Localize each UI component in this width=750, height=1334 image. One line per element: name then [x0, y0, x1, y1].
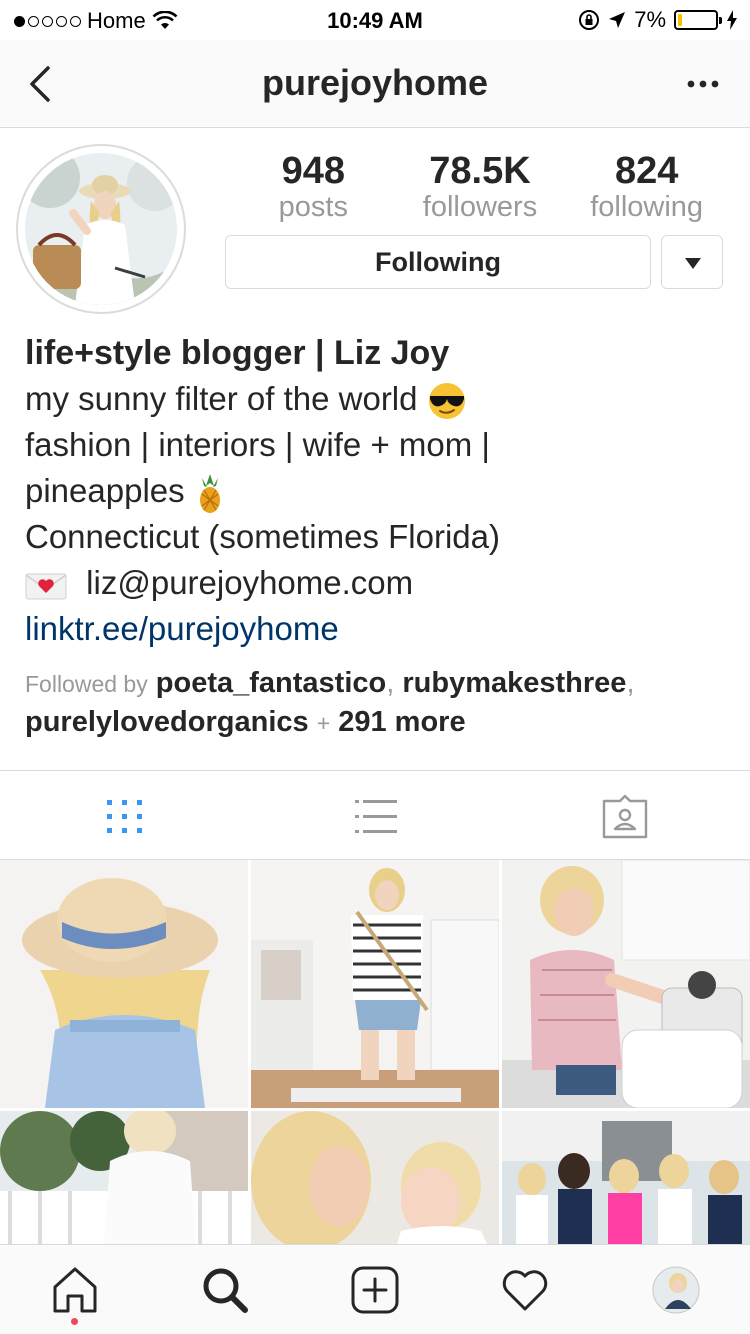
grid-photo-4[interactable] [0, 1111, 248, 1244]
grid-photo-3[interactable] [502, 860, 750, 1108]
following-button[interactable]: Following [225, 235, 651, 289]
more-options-icon[interactable] [686, 72, 720, 96]
posts-stat[interactable]: 948 posts [238, 150, 388, 222]
bio-email[interactable]: liz@purejoyhome.com [86, 564, 413, 601]
following-label: following [590, 191, 704, 223]
tagged-photos-icon[interactable] [600, 795, 650, 839]
status-right-group: 7% [578, 7, 738, 33]
love-letter-emoji-icon [25, 573, 67, 600]
following-stat[interactable]: 824 following [572, 150, 722, 222]
charging-bolt-icon [727, 10, 737, 30]
profile-stats: 948 posts 78.5K followers 824 following [230, 150, 730, 222]
followed-by-label: Followed by [25, 671, 148, 697]
profile-full-name: life+style blogger | Liz Joy [25, 334, 450, 372]
rotation-lock-icon [579, 10, 600, 30]
followers-stat[interactable]: 78.5K followers [405, 150, 555, 222]
profile-view-tabs [0, 770, 750, 860]
bio-text-2: fashion | interiors | wife + mom | [25, 426, 490, 463]
caret-down-icon [685, 258, 701, 269]
battery-percent: 7% [634, 7, 666, 32]
home-icon[interactable] [50, 1265, 100, 1315]
posts-count: 948 [281, 150, 346, 192]
profile-username-title: purejoyhome [261, 62, 489, 103]
profile-bio: life+style blogger | Liz Joy my sunny fi… [25, 330, 725, 652]
suggested-users-dropdown-button[interactable] [661, 235, 723, 289]
location-arrow-icon [609, 12, 626, 28]
profile-avatar-large[interactable] [16, 144, 186, 314]
grid-photo-5[interactable] [251, 1111, 499, 1244]
profile-photo [25, 153, 177, 305]
grid-photo-1[interactable] [0, 860, 248, 1108]
notification-dot [71, 1318, 78, 1325]
grid-photo-6[interactable] [502, 1111, 750, 1244]
pineapple-emoji-icon [199, 474, 220, 514]
bio-text-3: pineapples [25, 472, 185, 509]
grid-view-icon[interactable] [100, 795, 150, 839]
search-icon[interactable] [200, 1265, 250, 1315]
activity-heart-icon[interactable] [500, 1265, 550, 1315]
photo-grid [0, 860, 750, 1244]
navigation-bar: purejoyhome [0, 40, 750, 128]
following-count: 824 [614, 150, 679, 192]
posts-label: posts [278, 191, 348, 223]
followed-by-section[interactable]: Followed by poeta_fantastico, rubymakest… [25, 664, 725, 742]
followed-by-user-1[interactable]: poeta_fantastico [156, 667, 386, 699]
profile-avatar[interactable] [651, 1265, 701, 1315]
followers-label: followers [422, 191, 538, 223]
followers-count: 78.5K [429, 150, 531, 192]
bio-website-link[interactable]: linktr.ee/purejoyhome [25, 606, 725, 652]
status-bar: Home 10:49 AM 7% [0, 0, 750, 40]
followed-by-user-3[interactable]: purelylovedorganics [25, 706, 309, 738]
followed-by-more[interactable]: 291 more [338, 706, 465, 738]
bio-email-line: liz@purejoyhome.com [25, 560, 725, 606]
bio-line-3: pineapples [25, 468, 725, 514]
grid-photo-2[interactable] [251, 860, 499, 1108]
bottom-tab-bar [0, 1244, 750, 1334]
bio-location: Connecticut (sometimes Florida) [25, 518, 500, 556]
sunglasses-emoji-icon [428, 383, 465, 420]
new-post-icon[interactable] [350, 1265, 400, 1315]
bio-text-1: my sunny filter of the world [25, 380, 418, 417]
plus-separator: + [316, 710, 331, 736]
followed-by-user-2[interactable]: rubymakesthree [402, 667, 626, 699]
list-view-icon[interactable] [351, 795, 401, 839]
bio-line-1: my sunny filter of the world [25, 376, 725, 422]
battery-icon [674, 10, 722, 30]
